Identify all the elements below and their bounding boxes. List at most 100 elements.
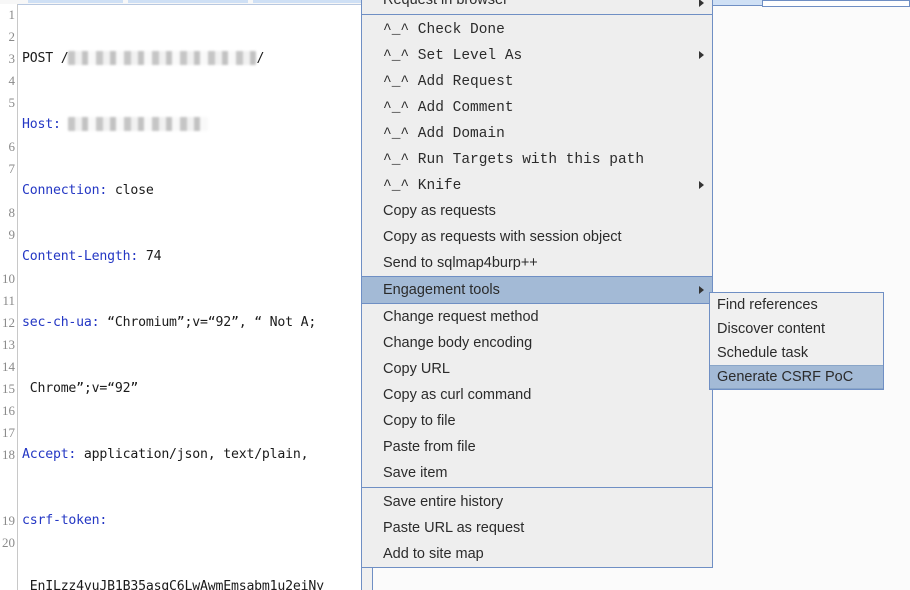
line-number: 14 [2, 359, 15, 374]
line-number: 16 [2, 403, 15, 418]
line-number: 18 [2, 447, 15, 462]
submenu-item-discover-content[interactable]: Discover content [710, 317, 883, 341]
line-number: 5 [8, 95, 16, 110]
menu-item-label: ^_^ Add Comment [383, 100, 514, 116]
line-number [0, 466, 15, 488]
line-number: 17 [2, 425, 15, 440]
code-line: csrf-token: [22, 513, 108, 528]
line-number [0, 180, 15, 202]
code-line: Content-Length: 74 [22, 249, 162, 264]
menu-item-save-item[interactable]: Save item [362, 460, 712, 486]
line-number: 6 [8, 139, 16, 154]
menu-item-label: ^_^ Set Level As [383, 48, 523, 64]
menu-item-label: Paste URL as request [383, 520, 525, 536]
menu-item-add-domain[interactable]: ^_^ Add Domain [362, 120, 712, 146]
menu-item-label: Copy as requests with session object [383, 229, 622, 245]
menu-item-set-level-as[interactable]: ^_^ Set Level As [362, 42, 712, 68]
menu-item-label: Save item [383, 465, 448, 481]
line-number-gutter: 12345 67 89 10 11 12 13 14 15 16 17 18 19 20 [0, 4, 18, 590]
menu-item-label: Copy as requests [383, 203, 496, 219]
submenu-item-label: Discover content [717, 321, 825, 337]
menu-item-label: Copy as curl command [383, 387, 532, 403]
menu-item-label: ^_^ Check Done [383, 22, 505, 38]
http-request-editor[interactable]: 12345 67 89 10 11 12 13 14 15 16 17 18 19 20 POST… [0, 0, 372, 590]
menu-item-copy-as-requests[interactable]: Copy as requests [362, 198, 712, 224]
line-number [0, 114, 15, 136]
line-number: 19 [2, 513, 15, 528]
line-number: 8 [8, 205, 16, 220]
menu-item-label: ^_^ Add Request [383, 74, 514, 90]
menu-item-label: Paste from file [383, 439, 476, 455]
tab-segment-1 [28, 0, 123, 3]
code-line: Host: [22, 114, 362, 136]
menu-item-label: ^_^ Add Domain [383, 126, 505, 142]
menu-item-copy-url[interactable]: Copy URL [362, 356, 712, 382]
menu-item-label: Add to site map [383, 546, 484, 562]
menu-item-send-to-sqlmap4burp[interactable]: Send to sqlmap4burp++ [362, 250, 712, 276]
menu-item-copy-as-requests-with-session-object[interactable]: Copy as requests with session object [362, 224, 712, 250]
chevron-right-icon [699, 286, 704, 294]
menu-item-label: ^_^ Knife [383, 178, 462, 194]
menu-item-label: Copy URL [383, 361, 450, 377]
code-line: Chrome”;v=“92” [22, 381, 139, 396]
menu-item-copy-as-curl-command[interactable]: Copy as curl command [362, 382, 712, 408]
menu-item-label: Request in browser [383, 0, 508, 8]
line-number: 20 [2, 535, 15, 550]
menu-item-paste-from-file[interactable]: Paste from file [362, 434, 712, 460]
line-number: 4 [8, 73, 16, 88]
line-number: 1 [8, 7, 16, 22]
chevron-right-icon [699, 51, 704, 59]
chevron-right-icon [699, 0, 704, 7]
menu-item-change-request-method[interactable]: Change request method [362, 304, 712, 330]
line-number: 9 [8, 227, 16, 242]
menu-item-save-entire-history[interactable]: Save entire history [362, 489, 712, 515]
menu-item-label: ^_^ Run Targets with this path [383, 152, 645, 168]
menu-item-add-comment[interactable]: ^_^ Add Comment [362, 94, 712, 120]
chevron-right-icon [699, 181, 704, 189]
engagement-tools-submenu[interactable]: Find references Discover content Schedule … [709, 292, 884, 390]
code-line: Connection: close [22, 183, 154, 198]
menu-item-request-in-browser[interactable]: Request in browser [362, 0, 712, 13]
menu-item-run-targets-with-this-path[interactable]: ^_^ Run Targets with this path [362, 146, 712, 172]
menu-item-label: Copy to file [383, 413, 456, 429]
menu-item-label: Change request method [383, 309, 539, 325]
menu-item-label: Save entire history [383, 494, 504, 510]
context-menu[interactable]: Request in browser ^_^ Check Done ^_^ Set … [361, 0, 713, 568]
submenu-item-label: Find references [717, 297, 818, 313]
tab-segment-3 [253, 0, 363, 3]
line-number: 2 [8, 29, 16, 44]
code-line: EnILzz4vuJB1B35asqC6LwAwmEmsabm1u2eiNy [22, 579, 324, 590]
menu-item-add-to-site-map[interactable]: Add to site map [362, 541, 712, 567]
line-number: 7 [8, 161, 16, 176]
request-text-area[interactable]: POST / / Host: Connection: close Content-… [22, 4, 362, 590]
menu-item-copy-to-file[interactable]: Copy to file [362, 408, 712, 434]
submenu-item-schedule-task[interactable]: Schedule task [710, 341, 883, 365]
menu-separator [362, 487, 712, 488]
line-number: 10 [2, 271, 15, 286]
menu-item-knife[interactable]: ^_^ Knife [362, 172, 712, 198]
submenu-item-label: Generate CSRF PoC [717, 369, 854, 385]
tab-segment-2 [128, 0, 248, 3]
menu-item-change-body-encoding[interactable]: Change body encoding [362, 330, 712, 356]
line-number [0, 488, 15, 510]
menu-item-label: Send to sqlmap4burp++ [383, 255, 538, 271]
code-line: sec-ch-ua: “Chromium”;v=“92”, “ Not A; [22, 315, 317, 330]
menu-item-label: Change body encoding [383, 335, 533, 351]
right-panel-header-box [762, 0, 910, 7]
menu-item-paste-url-as-request[interactable]: Paste URL as request [362, 515, 712, 541]
submenu-item-label: Schedule task [717, 345, 809, 361]
submenu-item-generate-csrf-poc[interactable]: Generate CSRF PoC [710, 365, 883, 389]
menu-item-add-request[interactable]: ^_^ Add Request [362, 68, 712, 94]
menu-separator [362, 14, 712, 15]
line-number [0, 246, 15, 268]
code-line: POST / / [22, 51, 265, 66]
line-number: 11 [2, 293, 15, 308]
menu-item-check-done[interactable]: ^_^ Check Done [362, 16, 712, 42]
line-number: 13 [2, 337, 15, 352]
line-number: 15 [2, 381, 15, 396]
menu-item-label: Engagement tools [383, 282, 500, 298]
menu-item-engagement-tools[interactable]: Engagement tools [362, 276, 712, 304]
submenu-item-find-references[interactable]: Find references [710, 293, 883, 317]
line-number: 3 [8, 51, 16, 66]
code-line: Accept: application/json, text/plain, [22, 447, 309, 462]
